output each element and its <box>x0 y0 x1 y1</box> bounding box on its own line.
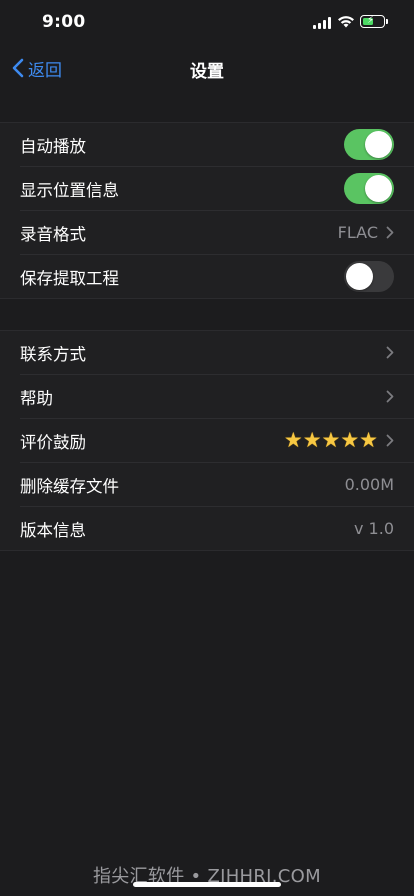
chevron-right-icon <box>386 346 394 359</box>
status-bar: 9:00 ⚡ <box>0 0 414 46</box>
version-value: v 1.0 <box>354 519 394 538</box>
page-title: 设置 <box>190 62 224 82</box>
chevron-right-icon <box>386 434 394 447</box>
row-label: 联系方式 <box>20 344 86 364</box>
row-show-location[interactable]: 显示位置信息 <box>20 166 414 210</box>
row-help[interactable]: 帮助 <box>20 374 414 418</box>
cache-size-value: 0.00M <box>344 475 394 494</box>
auto-play-toggle[interactable] <box>344 129 394 160</box>
row-label: 版本信息 <box>20 520 86 540</box>
row-auto-play[interactable]: 自动播放 <box>0 123 414 166</box>
rating-stars: ★ ★ ★ ★ ★ <box>284 430 378 451</box>
cellular-signal-icon <box>313 15 333 29</box>
row-label: 删除缓存文件 <box>20 476 119 496</box>
navigation-bar: 返回 设置 <box>0 46 414 90</box>
toggle-knob <box>365 131 392 158</box>
battery-cap <box>386 19 388 24</box>
row-label: 帮助 <box>20 388 53 408</box>
toggle-knob <box>346 263 373 290</box>
star-icon: ★ <box>340 428 360 452</box>
row-recording-format[interactable]: 录音格式 FLAC <box>20 210 414 254</box>
battery-charging-icon: ⚡ <box>360 15 385 28</box>
star-icon: ★ <box>359 428 378 452</box>
row-label: 自动播放 <box>20 136 86 156</box>
show-location-toggle[interactable] <box>344 173 394 204</box>
status-time: 9:00 <box>42 12 86 32</box>
chevron-right-icon <box>386 226 394 239</box>
recording-format-value: FLAC <box>337 223 378 242</box>
wifi-icon <box>338 16 354 28</box>
row-contact[interactable]: 联系方式 <box>0 331 414 374</box>
row-save-project[interactable]: 保存提取工程 <box>20 254 414 298</box>
star-icon: ★ <box>283 428 303 452</box>
home-indicator[interactable] <box>133 882 281 887</box>
settings-group-playback: 自动播放 显示位置信息 录音格式 FLAC 保存提取工程 <box>0 122 414 299</box>
toggle-knob <box>365 175 392 202</box>
star-icon: ★ <box>321 428 341 452</box>
row-rate[interactable]: 评价鼓励 ★ ★ ★ ★ ★ <box>20 418 414 462</box>
row-label: 录音格式 <box>20 224 86 244</box>
save-project-toggle[interactable] <box>344 261 394 292</box>
row-clear-cache[interactable]: 删除缓存文件 0.00M <box>20 462 414 506</box>
row-version: 版本信息 v 1.0 <box>20 506 414 550</box>
row-label: 保存提取工程 <box>20 268 119 288</box>
star-icon: ★ <box>302 428 322 452</box>
settings-group-about: 联系方式 帮助 评价鼓励 ★ ★ ★ ★ ★ 删除缓存文件 0.00M 版本信息 v 1… <box>0 330 414 551</box>
row-label: 显示位置信息 <box>20 180 119 200</box>
row-label: 评价鼓励 <box>20 432 86 452</box>
chevron-right-icon <box>386 390 394 403</box>
